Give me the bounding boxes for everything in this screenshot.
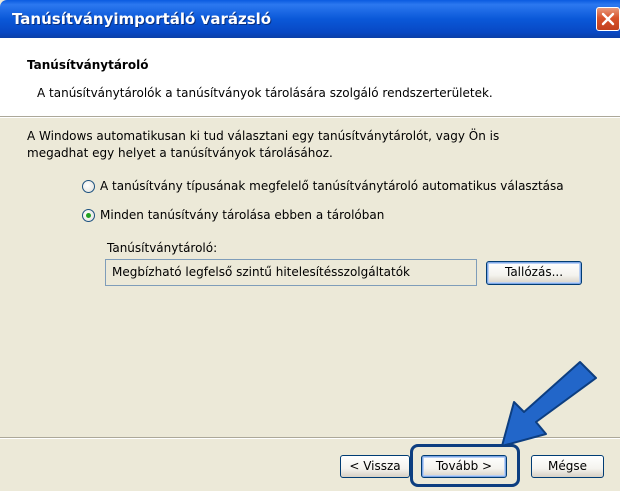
header-divider (0, 116, 620, 118)
title-bar[interactable]: Tanúsítványimportáló varázsló (0, 0, 620, 38)
intro-text: A Windows automatikusan ki tud választan… (27, 128, 499, 162)
store-field: Megbízható legfelső szintű hitelesítéssz… (105, 259, 477, 286)
radio-button[interactable] (82, 180, 95, 193)
close-button[interactable] (596, 7, 620, 31)
cancel-button[interactable]: Mégse (531, 455, 604, 478)
browse-button[interactable]: Tallózás... (486, 261, 582, 285)
back-button[interactable]: < Vissza (340, 455, 410, 478)
wizard-header: Tanúsítványtároló A tanúsítványtárolók a… (0, 38, 620, 116)
radio-button-selected[interactable] (82, 209, 95, 222)
radio-label: A tanúsítvány típusának megfelelő tanúsí… (100, 179, 564, 193)
window-title: Tanúsítványimportáló varázsló (12, 10, 272, 28)
page-title: Tanúsítványtároló (27, 58, 149, 72)
close-icon (601, 12, 615, 26)
arrow-pointer-icon (501, 361, 597, 447)
intro-line: megadhat egy helyet a tanúsítványok táro… (27, 146, 333, 160)
intro-line: A Windows automatikusan ki tud választan… (27, 129, 500, 143)
radio-label: Minden tanúsítvány tárolása ebben a táro… (100, 208, 385, 222)
store-label: Tanúsítványtároló: (107, 241, 218, 255)
next-button-highlight (410, 444, 520, 487)
wizard-window: Tanúsítványimportáló varázsló Tanúsítván… (0, 0, 620, 491)
page-description: A tanúsítványtárolók a tanúsítványok tár… (37, 86, 493, 100)
